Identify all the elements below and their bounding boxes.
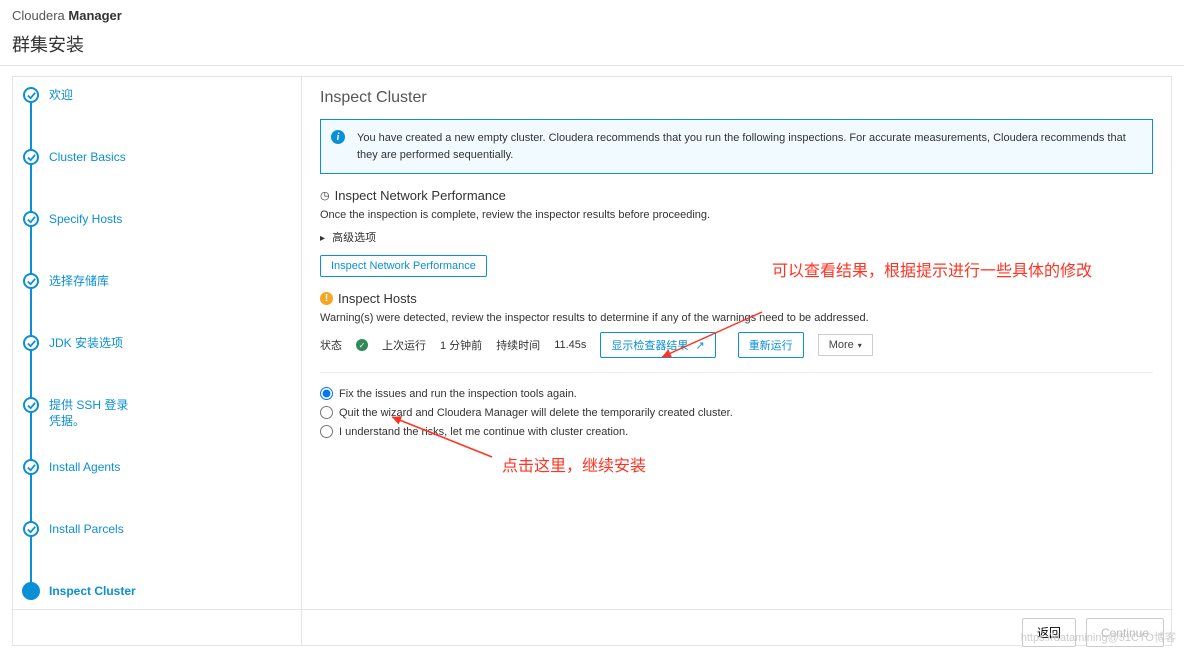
divider [320,372,1153,373]
step-install-agents[interactable]: Install Agents [23,459,301,521]
continue-button[interactable]: Continue [1086,618,1164,647]
active-step-icon [22,582,40,600]
steps-list: 欢迎 Cluster Basics Specify Hosts 选择存储库 JD [23,87,301,645]
status-label: 状态 [320,337,342,353]
info-icon: i [331,130,345,144]
section-hosts-subtext: Warning(s) were detected, review the ins… [320,312,1153,324]
step-label: JDK 安装选项 [49,336,123,350]
info-text: You have created a new empty cluster. Cl… [357,132,1126,161]
caret-down-icon: ▾ [858,341,862,350]
radio-risks-input[interactable] [320,425,333,438]
step-label: Install Agents [49,460,120,474]
step-cluster-basics[interactable]: Cluster Basics [23,149,301,211]
wizard-steps-panel: 欢迎 Cluster Basics Specify Hosts 选择存储库 JD [12,76,302,646]
check-icon [23,273,39,289]
check-icon [23,397,39,413]
warning-icon: ! [320,292,333,305]
section-network-heading: ◷ Inspect Network Performance [320,188,1153,203]
step-label: Cluster Basics [49,150,126,164]
check-icon [23,149,39,165]
page-title: 群集安装 [0,27,1184,66]
duration-value: 11.45s [554,339,586,351]
step-label: Inspect Cluster [49,584,136,598]
external-link-icon: ↗ [695,340,704,352]
step-ssh-credentials[interactable]: 提供 SSH 登录凭据。 [23,397,301,459]
duration-label: 持续时间 [496,337,540,353]
last-run-value: 1 分钟前 [440,337,482,353]
radio-understand-risks[interactable]: I understand the risks, let me continue … [320,425,1153,438]
annotation-bottom: 点击这里，继续安装 [502,455,646,479]
section-network-subtext: Once the inspection is complete, review … [320,209,1153,221]
radio-quit-input[interactable] [320,406,333,419]
check-icon [23,211,39,227]
more-dropdown[interactable]: More ▾ [818,334,873,356]
brand-light: Cloudera [12,8,65,23]
radio-label: I understand the risks, let me continue … [339,426,628,438]
check-icon [23,335,39,351]
show-results-button[interactable]: 显示检查器结果 ↗ [600,332,715,358]
step-label: 选择存储库 [49,274,109,288]
back-button[interactable]: 返回 [1022,618,1076,647]
brand-bold: Manager [68,8,121,23]
step-select-repository[interactable]: 选择存储库 [23,273,301,335]
info-box: i You have created a new empty cluster. … [320,119,1153,174]
section-title: Inspect Network Performance [335,188,506,203]
check-icon [23,521,39,537]
advanced-label: 高级选项 [332,232,376,244]
step-label: 欢迎 [49,88,73,102]
status-row: 状态 ✓ 上次运行 1 分钟前 持续时间 11.45s 显示检查器结果 ↗ 重新… [320,332,1153,358]
check-icon [23,459,39,475]
clock-icon: ◷ [320,189,330,202]
caret-right-icon: ▸ [320,233,325,244]
step-label: Specify Hosts [49,212,122,226]
success-check-icon: ✓ [356,339,368,351]
inspect-network-button[interactable]: Inspect Network Performance [320,255,487,277]
app-header: Cloudera Manager [0,0,1184,27]
footer: 返回 Continue [12,609,1172,647]
section-hosts-heading: ! Inspect Hosts [320,291,1153,306]
last-run-label: 上次运行 [382,337,426,353]
radio-fix-issues[interactable]: Fix the issues and run the inspection to… [320,387,1153,400]
check-icon [23,87,39,103]
more-label: More [829,339,854,351]
step-jdk-install[interactable]: JDK 安装选项 [23,335,301,397]
content-title: Inspect Cluster [320,89,1153,107]
step-welcome[interactable]: 欢迎 [23,87,301,149]
show-results-label: 显示检查器结果 [611,340,688,352]
advanced-options-toggle[interactable]: ▸ 高级选项 [320,229,1153,245]
section-title: Inspect Hosts [338,291,417,306]
rerun-button[interactable]: 重新运行 [738,332,804,358]
radio-fix-input[interactable] [320,387,333,400]
radio-label: Fix the issues and run the inspection to… [339,388,577,400]
step-specify-hosts[interactable]: Specify Hosts [23,211,301,273]
radio-label: Quit the wizard and Cloudera Manager wil… [339,407,733,419]
step-label: 提供 SSH 登录凭据。 [49,397,139,429]
step-label: Install Parcels [49,522,124,536]
radio-quit-wizard[interactable]: Quit the wizard and Cloudera Manager wil… [320,406,1153,419]
step-install-parcels[interactable]: Install Parcels [23,521,301,583]
content-panel: Inspect Cluster i You have created a new… [302,76,1172,646]
